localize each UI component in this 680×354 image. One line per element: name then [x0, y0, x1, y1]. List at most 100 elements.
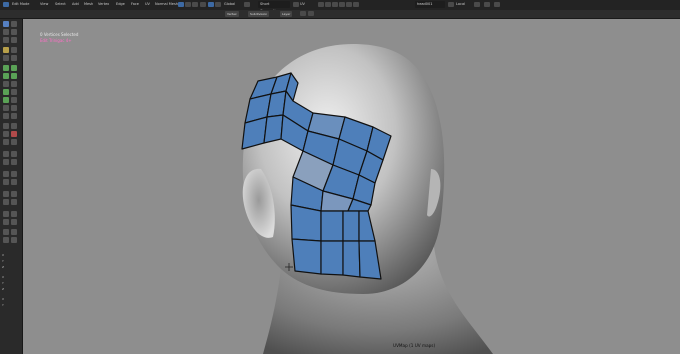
object-icon[interactable] [448, 2, 454, 7]
add-cube-icon[interactable] [3, 55, 9, 61]
menu-edge[interactable]: Edge [116, 1, 125, 8]
overlay-icon[interactable] [318, 2, 324, 7]
menu-mode[interactable]: Edit Mode [12, 1, 29, 8]
group-icon[interactable] [3, 211, 9, 217]
menu-normal[interactable]: Normal Mesh [155, 1, 178, 8]
rotation-row-x[interactable]: X [2, 275, 20, 279]
select-mode-button[interactable]: Vertex [225, 11, 239, 17]
shear-icon[interactable] [3, 105, 9, 111]
randomize-icon[interactable] [11, 89, 17, 95]
seam-icon[interactable] [3, 229, 9, 235]
edge-slide-icon[interactable] [3, 97, 9, 103]
layer-dropdown[interactable]: Layer [280, 11, 293, 17]
to-sphere-icon[interactable] [3, 113, 9, 119]
face-select-icon[interactable] [192, 2, 198, 7]
editor-type-icon[interactable] [3, 2, 9, 7]
menu-mesh[interactable]: Mesh [84, 1, 93, 8]
normals-icon[interactable] [11, 171, 17, 177]
pin-icon[interactable] [3, 219, 9, 225]
snap-target-dropdown[interactable]: Short Connection [258, 1, 290, 13]
xray-icon[interactable] [325, 2, 331, 7]
clean-icon[interactable] [3, 179, 9, 185]
tool-shelf: X Y Z X Y Z X Y [0, 19, 23, 354]
mirror-icon[interactable] [11, 151, 17, 157]
edge-tool-icon[interactable] [11, 123, 17, 129]
push-pull-icon[interactable] [11, 113, 17, 119]
merge-icon[interactable] [3, 139, 9, 145]
symmetry-icon[interactable] [3, 159, 9, 165]
menu-uv[interactable]: UV [145, 1, 150, 8]
transform-row-x[interactable]: X [2, 253, 20, 257]
select-box-icon[interactable] [3, 21, 9, 27]
snap-element-icon[interactable] [293, 2, 299, 7]
delete-icon[interactable] [11, 131, 17, 137]
pivot-dropdown[interactable]: Local [456, 1, 465, 8]
rotate-icon[interactable] [11, 29, 17, 35]
shade-icon[interactable] [3, 191, 9, 197]
proportional-icon[interactable] [215, 2, 221, 7]
camera-icon[interactable] [484, 2, 490, 7]
menu-face[interactable]: Face [131, 1, 139, 8]
edge-select-icon[interactable] [185, 2, 191, 7]
transform-row-z[interactable]: Z [2, 265, 20, 269]
reveal-icon[interactable] [3, 199, 9, 205]
scale-icon[interactable] [3, 37, 9, 43]
shading-dropdown[interactable]: Subdivision [248, 11, 270, 17]
scale-row-y[interactable]: Y [2, 303, 20, 307]
parent-icon[interactable] [11, 211, 17, 217]
rotation-row-z[interactable]: Z [2, 287, 20, 291]
solid-icon[interactable] [339, 2, 345, 7]
spin-icon[interactable] [11, 81, 17, 87]
face-tool-icon[interactable] [3, 131, 9, 137]
rip-icon[interactable] [11, 105, 17, 111]
knife-icon[interactable] [11, 73, 17, 79]
unpin-icon[interactable] [11, 219, 17, 225]
loop-cut-icon[interactable] [3, 73, 9, 79]
weight-icon[interactable] [3, 171, 9, 177]
transform-icon[interactable] [11, 37, 17, 43]
inset-icon[interactable] [3, 65, 9, 71]
uv-label[interactable]: UV [300, 1, 305, 8]
wireframe-icon[interactable] [332, 2, 338, 7]
object-name-field[interactable]: head001 [415, 1, 445, 8]
vertex-select-icon[interactable] [178, 2, 184, 7]
freestyle-icon[interactable] [11, 237, 17, 243]
menu-view[interactable]: View [40, 1, 48, 8]
cursor-icon[interactable] [300, 11, 306, 16]
magnet-icon[interactable] [244, 2, 250, 7]
sort-icon[interactable] [11, 159, 17, 165]
shrink-icon[interactable] [11, 97, 17, 103]
menu-add[interactable]: Add [72, 1, 79, 8]
menu-select[interactable]: Select [55, 1, 66, 8]
transform-orientation[interactable]: Global [224, 1, 235, 8]
uvmap-label: UVMap (1 UV maps) [393, 343, 436, 348]
hide-icon[interactable] [11, 191, 17, 197]
3d-viewport[interactable]: 0 Vertices Selected Edit Trinigac 4+ UVM… [23, 19, 680, 354]
bevel-icon[interactable] [11, 65, 17, 71]
material-icon[interactable] [346, 2, 352, 7]
transform-row-y[interactable]: Y [2, 259, 20, 263]
measure-icon[interactable] [11, 47, 17, 53]
rendered-icon[interactable] [353, 2, 359, 7]
snap-icon[interactable] [208, 2, 214, 7]
move-icon[interactable] [3, 29, 9, 35]
pivot-icon[interactable] [200, 2, 206, 7]
extrude-icon[interactable] [11, 55, 17, 61]
render-icon[interactable] [494, 2, 500, 7]
poly-build-icon[interactable] [3, 81, 9, 87]
vertex-tool-icon[interactable] [3, 123, 9, 129]
split-icon[interactable] [11, 139, 17, 145]
lock-icon[interactable] [474, 2, 480, 7]
sharp-icon[interactable] [11, 229, 17, 235]
smooth-icon[interactable] [3, 89, 9, 95]
menu-vertex[interactable]: Vertex [98, 1, 109, 8]
snap-tool-icon[interactable] [3, 151, 9, 157]
link-icon[interactable] [11, 199, 17, 205]
cursor-tool-icon[interactable] [11, 21, 17, 27]
uv-icon[interactable] [11, 179, 17, 185]
scale-row-x[interactable]: X [2, 297, 20, 301]
grid-icon[interactable] [308, 11, 314, 16]
crease-icon[interactable] [3, 237, 9, 243]
rotation-row-y[interactable]: Y [2, 281, 20, 285]
annotate-icon[interactable] [3, 47, 9, 53]
